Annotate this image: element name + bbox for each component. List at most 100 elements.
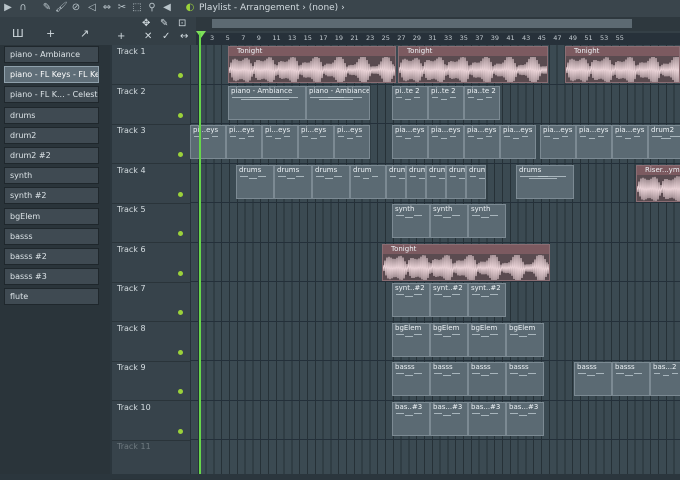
- track-mute-led[interactable]: [178, 231, 183, 236]
- pattern-clip[interactable]: bas..#3: [392, 401, 430, 436]
- pattern-clip[interactable]: synth: [392, 204, 430, 238]
- track-mute-led[interactable]: [178, 73, 183, 78]
- scrollbar-thumb[interactable]: [212, 19, 632, 28]
- pattern-clip[interactable]: drums: [312, 164, 350, 199]
- pencil-icon[interactable]: ✎: [41, 2, 53, 14]
- delete-icon[interactable]: ⊘: [70, 2, 82, 14]
- pattern-clip[interactable]: drum: [386, 164, 406, 199]
- track-mute-led[interactable]: [178, 349, 183, 355]
- pattern-clip[interactable]: pia...eys: [576, 125, 612, 159]
- pattern-clip[interactable]: basss: [506, 362, 544, 396]
- pattern-clip[interactable]: synth: [430, 204, 468, 238]
- pattern-clip[interactable]: synt..#2: [430, 283, 468, 317]
- pattern-item[interactable]: bgElem: [4, 207, 99, 225]
- pattern-clip[interactable]: pi..te 2: [392, 85, 428, 120]
- pattern-clip[interactable]: pia..te 2: [464, 85, 500, 120]
- pattern-clip[interactable]: basss: [574, 362, 612, 396]
- playhead-marker-icon[interactable]: [196, 31, 206, 38]
- pattern-clip[interactable]: pi...eys: [226, 125, 262, 159]
- audio-clip[interactable]: Tonight: [228, 46, 396, 83]
- pattern-clip[interactable]: bgElem: [468, 322, 506, 357]
- pattern-clip[interactable]: drums: [236, 164, 274, 199]
- pencil-icon[interactable]: ✎: [160, 18, 168, 29]
- track-header[interactable]: Track 4: [112, 164, 190, 204]
- track-header[interactable]: Track 9: [112, 361, 190, 401]
- pattern-clip[interactable]: drum2: [648, 125, 680, 159]
- track-header[interactable]: Track 8: [112, 322, 190, 362]
- pattern-clip[interactable]: pi...eys: [334, 125, 370, 159]
- pattern-clip[interactable]: drums: [516, 164, 574, 199]
- horizontal-scrollbar[interactable]: [196, 17, 680, 31]
- audio-clip[interactable]: Tonight: [382, 243, 550, 281]
- track-mute-led[interactable]: [178, 112, 183, 118]
- mute-icon[interactable]: ◁: [86, 2, 98, 14]
- pattern-clip[interactable]: drum: [426, 164, 446, 199]
- check-icon[interactable]: ✓: [162, 31, 170, 42]
- pattern-clip[interactable]: bgElem: [506, 322, 544, 357]
- pattern-selector[interactable]: (none): [309, 3, 338, 13]
- pattern-clip[interactable]: piano - Ambiance: [228, 85, 306, 120]
- pattern-clip[interactable]: basss: [392, 362, 430, 396]
- pattern-item[interactable]: flute: [4, 288, 99, 306]
- expand-icon[interactable]: ↔: [180, 31, 188, 42]
- track-mute-led[interactable]: [178, 310, 183, 315]
- pattern-item[interactable]: basss #2: [4, 248, 99, 265]
- pattern-clip[interactable]: bas...#3: [430, 401, 468, 436]
- add-icon[interactable]: +: [117, 31, 125, 42]
- track-header[interactable]: Track 1: [112, 45, 190, 85]
- pattern-clip[interactable]: basss: [430, 362, 468, 396]
- audio-clip[interactable]: Tonight: [565, 46, 680, 83]
- pattern-clip[interactable]: pi...eys: [190, 125, 226, 159]
- pattern-clip[interactable]: pia...eys: [392, 125, 428, 159]
- track-mute-led[interactable]: [178, 152, 183, 157]
- magnet-icon[interactable]: ∩: [17, 2, 29, 14]
- paint-icon[interactable]: 🖌: [55, 2, 68, 14]
- pattern-clip[interactable]: drum: [350, 164, 386, 199]
- pattern-clip[interactable]: drum: [466, 164, 486, 199]
- track-header[interactable]: Track 7: [112, 282, 190, 322]
- track-header[interactable]: Track 3: [112, 124, 190, 164]
- pattern-clip[interactable]: bas...#3: [506, 401, 544, 436]
- pattern-clip[interactable]: pia...eys: [540, 125, 576, 159]
- pattern-item[interactable]: drum2: [4, 126, 99, 144]
- track-mute-led[interactable]: [178, 389, 183, 394]
- pattern-item[interactable]: piano - FL Keys - FL Keys: [4, 66, 99, 84]
- pattern-clip[interactable]: drum: [446, 164, 466, 199]
- pattern-clip[interactable]: pia...eys: [428, 125, 464, 159]
- pattern-clip[interactable]: synth: [468, 204, 506, 238]
- pattern-clip[interactable]: pi...eys: [298, 125, 334, 159]
- pattern-clip[interactable]: basss: [612, 362, 650, 396]
- audio-clip[interactable]: Tonight: [398, 46, 548, 83]
- pattern-clip[interactable]: pi...eys: [262, 125, 298, 159]
- pattern-item[interactable]: piano - FL K... - Celeste 2: [4, 86, 99, 104]
- pattern-clip[interactable]: pia...eys: [464, 125, 500, 159]
- select-icon[interactable]: ⬚: [131, 2, 143, 14]
- track-header[interactable]: Track 10: [112, 401, 190, 441]
- track-header[interactable]: Track 2: [112, 85, 190, 125]
- pattern-item[interactable]: piano - Ambiance: [4, 46, 99, 63]
- track-header[interactable]: Track 6: [112, 243, 190, 283]
- slip-icon[interactable]: ⇔: [101, 2, 113, 14]
- pattern-clip[interactable]: bgElem: [430, 322, 468, 357]
- pattern-clip[interactable]: pia...eys: [612, 125, 648, 159]
- pattern-item[interactable]: synth #2: [4, 187, 99, 205]
- playlist-grid[interactable]: Tonight Tonight Tonight piano - Ambiance pia…: [190, 45, 680, 474]
- slice-icon[interactable]: ✂: [116, 2, 128, 14]
- pattern-clip[interactable]: bgElem: [392, 322, 430, 357]
- pattern-clip[interactable]: basss: [468, 362, 506, 396]
- playhead[interactable]: [199, 33, 201, 474]
- pattern-item[interactable]: synth: [4, 167, 99, 185]
- pattern-item[interactable]: basss: [4, 227, 99, 245]
- audio-clip[interactable]: Riser...ymb: [636, 164, 680, 202]
- add-icon[interactable]: +: [46, 27, 55, 40]
- pattern-clip[interactable]: drums: [274, 164, 312, 199]
- pattern-clip[interactable]: pia...eys: [500, 125, 536, 159]
- track-mute-led[interactable]: [178, 270, 183, 276]
- pattern-clip[interactable]: synt..#2: [392, 283, 430, 317]
- pattern-clip[interactable]: synt..#2: [468, 283, 506, 317]
- pattern-item[interactable]: basss #3: [4, 268, 99, 286]
- pattern-clip[interactable]: drum: [406, 164, 426, 199]
- piano-icon[interactable]: Ш: [12, 27, 24, 40]
- pattern-clip[interactable]: piano - Ambiance: [306, 85, 370, 120]
- track-header[interactable]: Track 11: [112, 440, 190, 480]
